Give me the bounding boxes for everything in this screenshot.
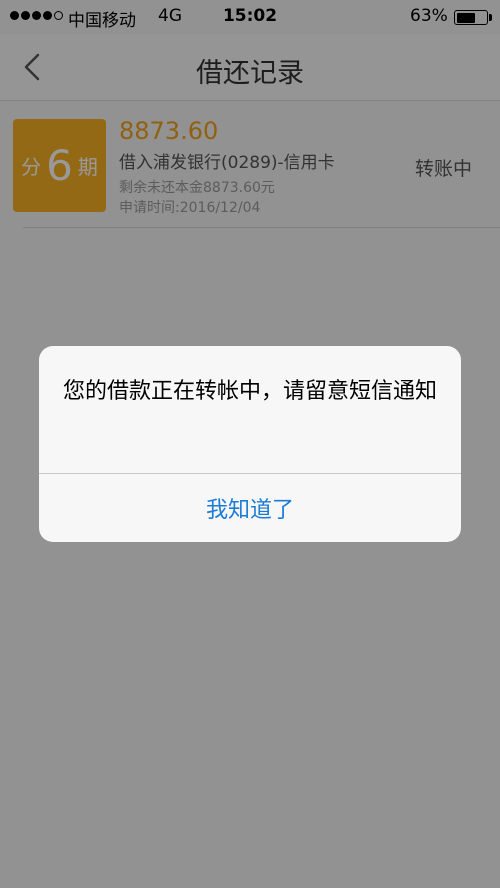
alert-dialog: 您的借款正在转帐中，请留意短信通知 我知道了 [39, 346, 461, 542]
confirm-button[interactable]: 我知道了 [39, 474, 461, 542]
alert-message: 您的借款正在转帐中，请留意短信通知 [62, 379, 437, 404]
